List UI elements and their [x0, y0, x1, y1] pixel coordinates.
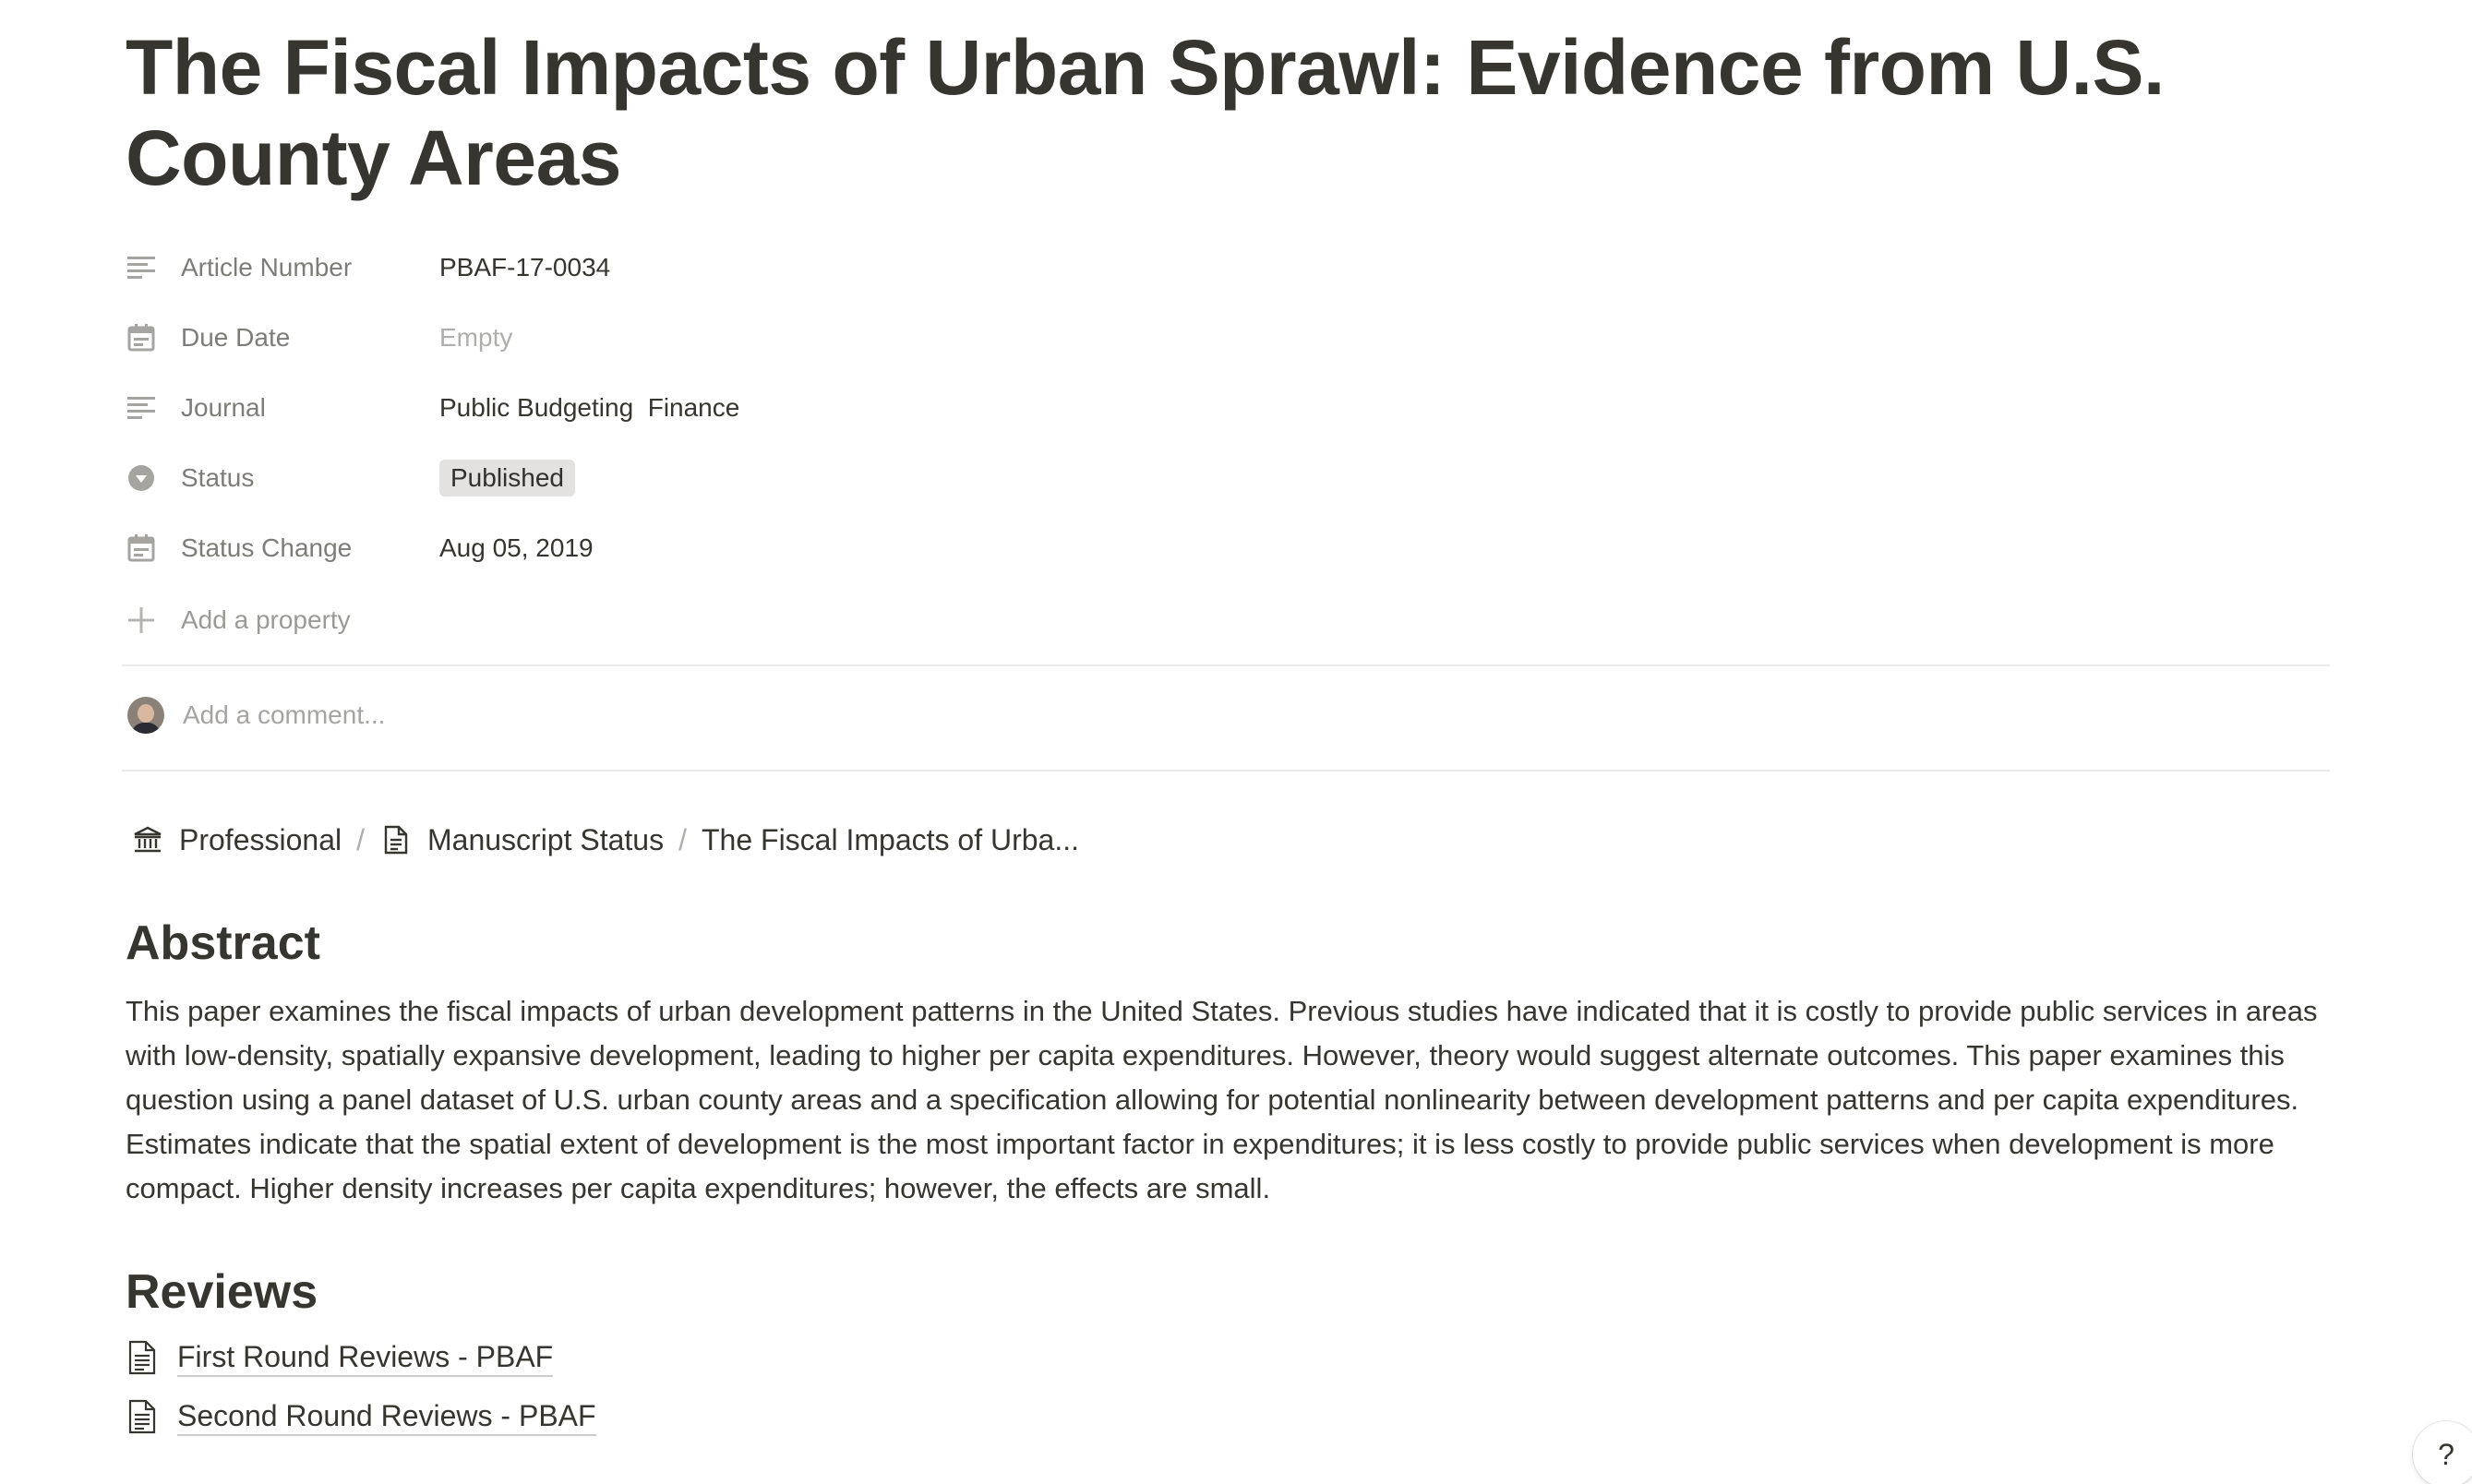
breadcrumb-item-professional[interactable]: Professional [126, 823, 347, 857]
breadcrumb-label: Manuscript Status [426, 822, 665, 856]
help-icon: ? [2438, 1437, 2454, 1471]
status-badge: Published [439, 460, 575, 497]
property-value[interactable]: Aug 05, 2019 [439, 522, 594, 574]
breadcrumb-separator: / [678, 822, 687, 856]
property-value[interactable]: Public Budgeting Finance [439, 382, 739, 434]
comment-placeholder: Add a comment... [183, 700, 386, 729]
property-value[interactable]: Published [439, 452, 575, 504]
add-property-button[interactable]: Add a property [126, 583, 2332, 657]
calendar-icon [126, 322, 157, 353]
page-link-label: Second Round Reviews - PBAF [177, 1397, 596, 1436]
property-label: Status [181, 463, 255, 492]
select-circle-icon [126, 462, 157, 494]
divider [122, 770, 2330, 772]
text-lines-icon [126, 392, 157, 424]
document-icon [126, 1339, 159, 1376]
page-link-first-round-reviews[interactable]: First Round Reviews - PBAF [126, 1332, 554, 1383]
page-link-label: First Round Reviews - PBAF [177, 1338, 554, 1377]
property-value[interactable]: PBAF-17-0034 [439, 242, 610, 293]
calendar-icon [126, 533, 157, 564]
property-status-change[interactable]: Status Change Aug 05, 2019 [126, 513, 2332, 583]
breadcrumb-item-current-page[interactable]: The Fiscal Impacts of Urba... [696, 823, 1085, 857]
comment-input[interactable]: Add a comment... [126, 690, 385, 740]
divider [122, 664, 2330, 666]
page-title[interactable]: The Fiscal Impacts of Urban Sprawl: Evid… [126, 22, 2332, 203]
page-link-second-round-reviews[interactable]: Second Round Reviews - PBAF [126, 1391, 596, 1442]
add-property-label: Add a property [181, 605, 351, 634]
reviews-heading: Reviews [126, 1265, 318, 1319]
property-status[interactable]: Status Published [126, 443, 2332, 513]
properties-panel: Article Number PBAF-17-0034 Due Date Emp… [126, 233, 2332, 657]
bank-building-icon [131, 823, 164, 856]
breadcrumb-separator: / [356, 822, 365, 856]
avatar [127, 697, 164, 734]
property-name[interactable]: Article Number [126, 242, 439, 293]
property-label: Journal [181, 393, 266, 422]
breadcrumb-label: The Fiscal Impacts of Urba... [701, 822, 1079, 856]
property-label: Status Change [181, 533, 353, 562]
breadcrumb: Professional / Manuscript Status / The F… [126, 816, 1085, 864]
property-name[interactable]: Due Date [126, 312, 439, 364]
property-article-number[interactable]: Article Number PBAF-17-0034 [126, 233, 2332, 303]
document-icon [379, 823, 413, 856]
abstract-heading: Abstract [126, 916, 320, 970]
property-due-date[interactable]: Due Date Empty [126, 303, 2332, 373]
help-button[interactable]: ? [2413, 1421, 2472, 1484]
property-journal[interactable]: Journal Public Budgeting Finance [126, 373, 2332, 443]
property-name[interactable]: Status [126, 452, 439, 504]
plus-icon [126, 604, 157, 636]
property-label: Due Date [181, 323, 291, 352]
text-lines-icon [126, 252, 157, 283]
property-value[interactable]: Empty [439, 312, 512, 364]
abstract-text: This paper examines the fiscal impacts o… [126, 995, 2318, 1204]
breadcrumb-item-manuscript-status[interactable]: Manuscript Status [374, 823, 669, 857]
breadcrumb-label: Professional [179, 822, 342, 856]
property-name[interactable]: Journal [126, 382, 439, 434]
property-label: Article Number [181, 253, 353, 281]
document-icon [126, 1398, 159, 1435]
property-name[interactable]: Status Change [126, 522, 439, 574]
